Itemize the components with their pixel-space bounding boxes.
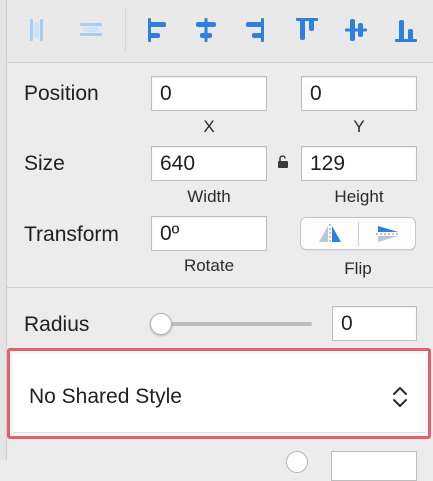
align-center-horizontal-icon[interactable] [192,12,220,48]
radius-slider-track[interactable] [156,322,312,326]
align-middle-vertical-icon[interactable] [342,12,370,48]
position-x-input[interactable] [151,76,267,111]
shared-style-value: No Shared Style [29,385,182,408]
flip-vertical-icon[interactable] [359,218,416,249]
panel-left-edge [0,0,7,460]
shared-style-dropdown[interactable]: No Shared Style [13,354,425,433]
lock-icon[interactable] [276,155,290,169]
radius-slider-knob[interactable] [150,313,172,335]
alignment-toolbar [7,0,433,63]
position-label: Position [24,82,99,105]
chevron-updown-icon [392,385,408,414]
size-height-input[interactable] [301,146,417,181]
align-bottom-icon[interactable] [392,12,420,48]
align-left-icon[interactable] [142,12,170,48]
transform-label: Transform [24,223,119,246]
radius-label: Radius [24,313,90,336]
partial-input-field[interactable] [331,451,417,481]
distribute-horizontal-icon[interactable] [23,12,51,48]
align-right-icon[interactable] [242,12,270,48]
rotate-input[interactable] [151,216,267,251]
flip-horizontal-icon[interactable] [301,218,358,249]
size-label: Size [24,152,65,175]
position-x-caption: X [203,117,215,136]
size-width-input[interactable] [151,146,267,181]
flip-control [300,217,416,250]
distribute-vertical-icon[interactable] [77,12,105,48]
partial-slider-knob[interactable] [286,451,308,473]
size-width-caption: Width [187,187,231,206]
flip-caption: Flip [344,259,372,278]
section-divider [7,287,433,288]
rotate-caption: Rotate [183,256,235,275]
radius-input[interactable] [332,306,417,341]
size-height-caption: Height [334,187,384,206]
toolbar-divider [125,8,126,52]
align-top-icon[interactable] [293,12,321,48]
position-y-caption: Y [353,117,365,136]
position-y-input[interactable] [301,76,417,111]
